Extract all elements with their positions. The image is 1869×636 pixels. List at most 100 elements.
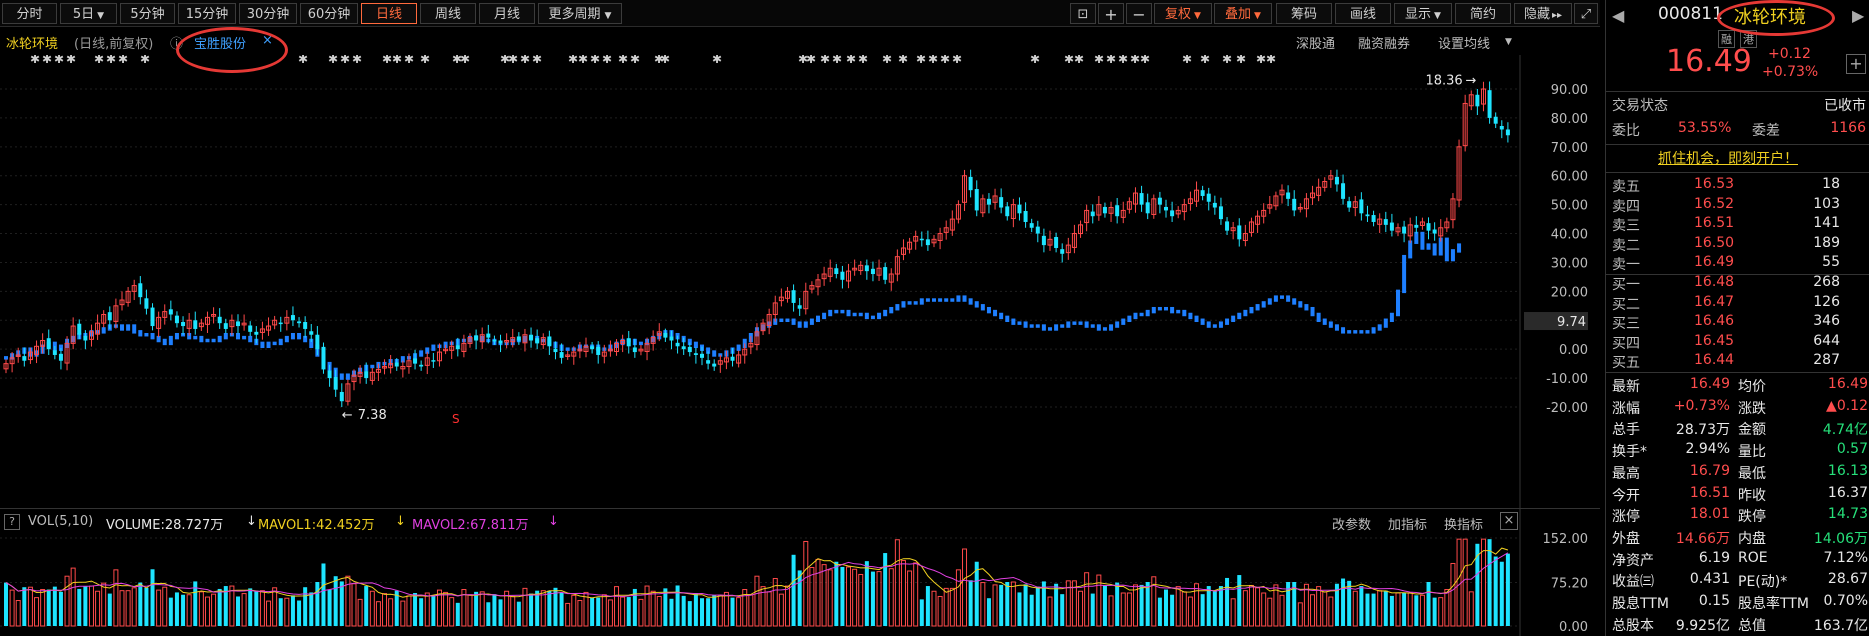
event-marker-icon[interactable]: ✱ xyxy=(382,55,392,66)
simple-button[interactable]: 简约 xyxy=(1455,3,1511,24)
event-marker-icon[interactable]: ✱ xyxy=(898,55,908,66)
event-marker-icon[interactable]: ✱ xyxy=(832,55,842,66)
period-tab-5day[interactable]: 5日 ▼ xyxy=(60,3,117,24)
event-marker-icon[interactable]: ✱ xyxy=(1118,55,1128,66)
ask-row[interactable]: 卖三 16.51 141 xyxy=(1606,215,1869,236)
event-marker-icon[interactable]: ✱ xyxy=(858,55,868,66)
event-marker-icon[interactable]: ✱ xyxy=(820,55,830,66)
event-marker-icon[interactable]: ✱ xyxy=(140,55,150,66)
event-marker-icon[interactable]: ✱ xyxy=(404,55,414,66)
bid-row[interactable]: 买三 16.46 346 xyxy=(1606,313,1869,334)
period-tab-30min[interactable]: 30分钟 xyxy=(239,3,297,24)
event-marker-icon[interactable]: ✱ xyxy=(712,55,722,66)
event-marker-icon[interactable]: ✱ xyxy=(1094,55,1104,66)
event-marker-icon[interactable]: ✱ xyxy=(328,55,338,66)
bid-row[interactable]: 买一 16.48 268 xyxy=(1606,274,1869,295)
event-marker-icon[interactable]: ✱ xyxy=(520,55,530,66)
event-marker-icon[interactable]: ✱ xyxy=(952,55,962,66)
margin-trading-link[interactable]: 融资融券 xyxy=(1358,33,1410,52)
event-marker-icon[interactable]: ✱ xyxy=(1200,55,1210,66)
ask-row[interactable]: 卖五 16.53 18 xyxy=(1606,176,1869,197)
overlay-stock-tab[interactable]: 宝胜股份 xyxy=(194,33,246,52)
bid-row[interactable]: 买四 16.45 644 xyxy=(1606,333,1869,354)
ask-row[interactable]: 卖四 16.52 103 xyxy=(1606,196,1869,217)
event-marker-icon[interactable]: ✱ xyxy=(298,55,308,66)
event-marker-icon[interactable]: ✱ xyxy=(928,55,938,66)
event-marker-icon[interactable]: ✱ xyxy=(916,55,926,66)
event-marker-icon[interactable]: ✱ xyxy=(568,55,578,66)
event-marker-icon[interactable]: ✱ xyxy=(806,55,816,66)
ma-settings-link[interactable]: 设置均线 xyxy=(1438,33,1490,52)
event-marker-icon[interactable]: ✱ xyxy=(1074,55,1084,66)
event-marker-icon[interactable]: ✱ xyxy=(392,55,402,66)
event-marker-icon[interactable]: ✱ xyxy=(1030,55,1040,66)
event-marker-icon[interactable]: ✱ xyxy=(660,55,670,66)
bid-row[interactable]: 买二 16.47 126 xyxy=(1606,294,1869,315)
event-marker-icon[interactable]: ✱ xyxy=(1222,55,1232,66)
event-marker-icon[interactable]: ✱ xyxy=(460,55,470,66)
event-marker-icon[interactable]: ✱ xyxy=(106,55,116,66)
event-marker-icon[interactable]: ✱ xyxy=(1064,55,1074,66)
add-watchlist-icon[interactable]: + xyxy=(1846,54,1866,74)
hide-button[interactable]: 隐藏 ▸▸ xyxy=(1514,3,1572,24)
overlay-bar xyxy=(1170,306,1175,314)
event-marker-icon[interactable]: ✱ xyxy=(54,55,64,66)
event-marker-icon[interactable]: ✱ xyxy=(420,55,430,66)
period-tab-daily[interactable]: 日线 xyxy=(361,3,417,24)
event-marker-icon[interactable]: ✱ xyxy=(940,55,950,66)
draw-button[interactable]: 画线 xyxy=(1335,3,1391,24)
event-marker-icon[interactable]: ✱ xyxy=(532,55,542,66)
event-marker-icon[interactable]: ✱ xyxy=(94,55,104,66)
kline-chart[interactable]: ✱ ✱ ✱ ✱ ✱ ✱ ✱ ✱ ✱ ✱ ✱ ✱ ✱ ✱ ✱ ✱ ✱✱ ✱✱ ✱ ✱ ✱ ✱ ✱ ✱ ✱ ✱ ✱✱ ✱ ✱✱ ✱ ✱ ✱ ✱ ✱ ✱ ✱… xyxy=(0,55,1600,508)
event-marker-icon[interactable]: ✱ xyxy=(1140,55,1150,66)
event-marker-icon[interactable]: ✱ xyxy=(1236,55,1246,66)
event-marker-icon[interactable]: ✱ xyxy=(340,55,350,66)
ask-row[interactable]: 卖二 16.50 189 xyxy=(1606,235,1869,256)
fullscreen-icon[interactable]: ⤢ xyxy=(1574,3,1598,24)
period-more-dropdown[interactable]: 更多周期 ▼ xyxy=(538,3,622,24)
info-icon[interactable]: ⓘ xyxy=(170,33,183,52)
period-tab-15min[interactable]: 15分钟 xyxy=(178,3,236,24)
stat-label: 外盘 xyxy=(1612,530,1640,547)
zoom-out-icon[interactable]: − xyxy=(1126,3,1152,24)
hk-connect-link[interactable]: 深股通 xyxy=(1296,33,1335,52)
overlay-dropdown[interactable]: 叠加 ▼ xyxy=(1214,3,1272,24)
event-marker-icon[interactable]: ✱ xyxy=(1256,55,1266,66)
event-marker-icon[interactable]: ✱ xyxy=(846,55,856,66)
event-marker-icon[interactable]: ✱ xyxy=(42,55,52,66)
period-tab-weekly[interactable]: 周线 xyxy=(420,3,476,24)
chips-button[interactable]: 筹码 xyxy=(1276,3,1332,24)
promo-link[interactable]: 抓住机会，即刻开户！ xyxy=(1658,148,1798,168)
display-dropdown[interactable]: 显示 ▼ xyxy=(1394,3,1452,24)
period-tab-60min[interactable]: 60分钟 xyxy=(300,3,358,24)
period-tab-monthly[interactable]: 月线 xyxy=(479,3,535,24)
event-marker-icon[interactable]: ✱ xyxy=(578,55,588,66)
event-marker-icon[interactable]: ✱ xyxy=(1130,55,1140,66)
promo-banner[interactable]: 抓住机会，即刻开户！ xyxy=(1606,148,1869,169)
volume-chart[interactable]: 152.00 75.20 0.00 xyxy=(0,508,1600,636)
event-marker-icon[interactable]: ✱ xyxy=(1182,55,1192,66)
lock-icon[interactable]: ⊡ xyxy=(1070,3,1096,24)
event-marker-icon[interactable]: ✱ xyxy=(1266,55,1276,66)
close-icon[interactable]: × xyxy=(262,33,273,48)
event-marker-icon[interactable]: ✱ xyxy=(602,55,612,66)
event-marker-icon[interactable]: ✱ xyxy=(66,55,76,66)
event-marker-icon[interactable]: ✱ xyxy=(30,55,40,66)
prev-stock-icon[interactable]: ◀ xyxy=(1612,6,1624,25)
signal-marker-icon[interactable]: S xyxy=(452,412,460,426)
period-tab-timeshare[interactable]: 分时 xyxy=(2,3,57,24)
ask-row[interactable]: 卖一 16.49 55 xyxy=(1606,254,1869,275)
event-marker-icon[interactable]: ✱ xyxy=(590,55,600,66)
adjust-rights-dropdown[interactable]: 复权 ▼ xyxy=(1154,3,1212,24)
zoom-in-icon[interactable]: + xyxy=(1098,3,1124,24)
event-marker-icon[interactable]: ✱ xyxy=(618,55,628,66)
event-marker-icon[interactable]: ✱ xyxy=(352,55,362,66)
event-marker-icon[interactable]: ✱ xyxy=(882,55,892,66)
next-stock-icon[interactable]: ▶ xyxy=(1852,6,1864,25)
event-marker-icon[interactable]: ✱ xyxy=(1106,55,1116,66)
period-tab-5min[interactable]: 5分钟 xyxy=(120,3,175,24)
event-marker-icon[interactable]: ✱ xyxy=(508,55,518,66)
event-marker-icon[interactable]: ✱ xyxy=(630,55,640,66)
bid-row[interactable]: 买五 16.44 287 xyxy=(1606,352,1869,373)
event-marker-icon[interactable]: ✱ xyxy=(118,55,128,66)
